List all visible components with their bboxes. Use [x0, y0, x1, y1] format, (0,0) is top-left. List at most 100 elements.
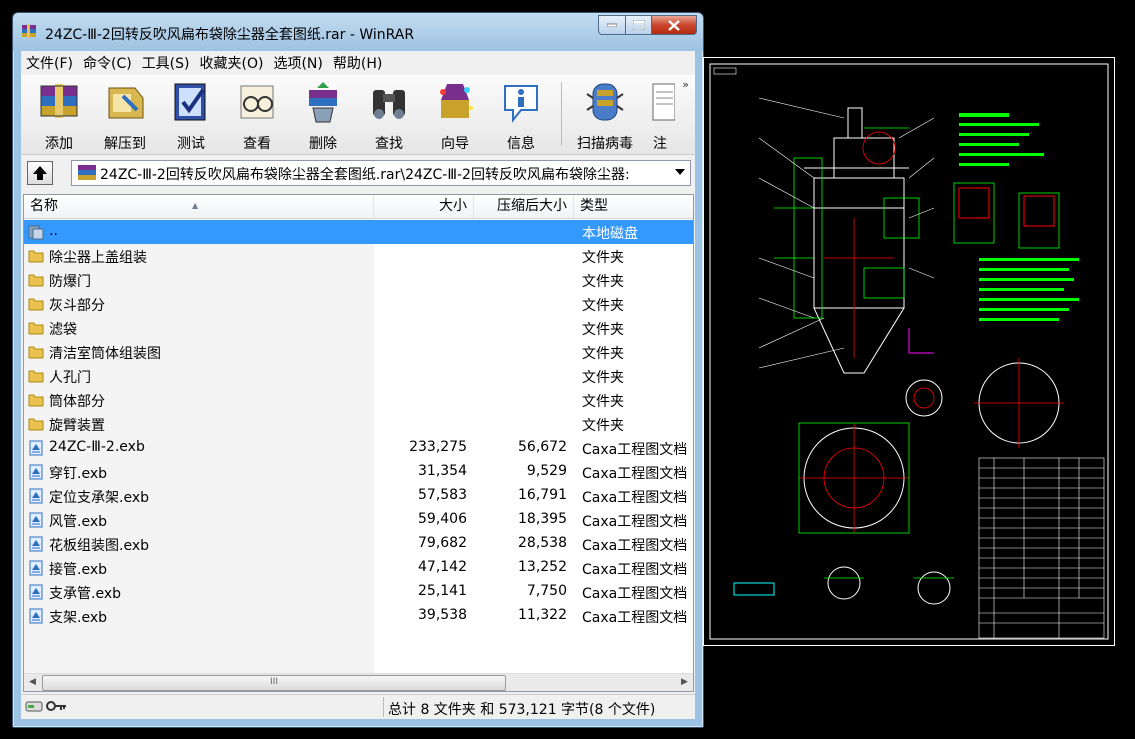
folder-icon: [28, 346, 44, 359]
menu-item-1[interactable]: 命令(C): [78, 53, 137, 73]
file-name: 穿钉.exb: [49, 466, 107, 482]
file-row[interactable]: 接管.exb 47,142 13,252 Caxa工程图文档: [24, 556, 693, 580]
file-list[interactable]: 名称 ▲ 大小 压缩后大小 类型 .. 本地磁盘 除尘器上盖组装 文件夹 防爆门 文件夹灰…: [23, 194, 694, 692]
file-name: 风管.exb: [49, 514, 107, 530]
file-type: 文件夹: [582, 322, 624, 338]
file-name: 24ZC-Ⅲ-2.exb: [49, 439, 145, 455]
file-name: 灰斗部分: [49, 298, 105, 314]
file-packed-size: 56,672: [518, 439, 567, 455]
window-client: 文件(F) 命令(C) 工具(S) 收藏夹(O) 选项(N) 帮助(H) 添加 解压到: [21, 51, 695, 719]
column-header-type[interactable]: 类型: [574, 195, 693, 218]
file-row[interactable]: 旋臂装置 文件夹: [24, 412, 693, 436]
view-label: 查看: [243, 136, 271, 152]
file-name: 清洁室筒体组装图: [49, 346, 161, 362]
maximize-button[interactable]: [626, 15, 652, 35]
scrollbar-thumb[interactable]: III: [42, 675, 506, 691]
add-button[interactable]: 添加: [27, 80, 91, 152]
file-row[interactable]: 24ZC-Ⅲ-2.exb 233,275 56,672 Caxa工程图文档: [24, 436, 693, 460]
find-button[interactable]: 查找: [357, 80, 421, 152]
extract-button[interactable]: 解压到: [93, 80, 157, 152]
folder-icon: [28, 394, 44, 407]
add-archive-icon: [40, 84, 78, 118]
extract-label: 解压到: [104, 136, 146, 152]
delete-button[interactable]: 删除: [291, 80, 355, 152]
toolbar-overflow-chevron[interactable]: »: [682, 78, 689, 91]
file-row[interactable]: 人孔门 文件夹: [24, 364, 693, 388]
find-label: 查找: [375, 136, 403, 152]
extract-icon: [108, 87, 144, 119]
close-icon: [668, 19, 680, 31]
horizontal-scrollbar[interactable]: ◀ III ▶: [24, 673, 693, 691]
column-header-name[interactable]: 名称 ▲: [24, 195, 374, 218]
comment-button[interactable]: 注: [645, 80, 675, 150]
column-name-label: 名称: [30, 198, 58, 214]
status-divider: [383, 697, 384, 717]
column-packed-label: 压缩后大小: [497, 198, 567, 214]
file-type: 文件夹: [582, 250, 624, 266]
file-size: 59,406: [418, 511, 467, 527]
file-row[interactable]: 支承管.exb 25,141 7,750 Caxa工程图文档: [24, 580, 693, 604]
up-folder-button[interactable]: [27, 161, 53, 185]
menu-item-4[interactable]: 选项(N): [268, 53, 327, 73]
folder-icon: [28, 418, 44, 431]
file-name: 滤袋: [49, 322, 77, 338]
column-header-size[interactable]: 大小: [374, 195, 474, 218]
file-row[interactable]: 风管.exb 59,406 18,395 Caxa工程图文档: [24, 508, 693, 532]
test-icon: [174, 83, 206, 121]
file-row[interactable]: 防爆门 文件夹: [24, 268, 693, 292]
virus-scan-button[interactable]: 扫描病毒: [567, 80, 643, 152]
menu-item-0[interactable]: 文件(F): [21, 53, 78, 73]
up-arrow-icon: [33, 166, 47, 180]
scrollbar-grip: III: [270, 677, 278, 687]
file-type: 本地磁盘: [582, 226, 638, 242]
file-row[interactable]: 穿钉.exb 31,354 9,529 Caxa工程图文档: [24, 460, 693, 484]
caxa-document-icon: [29, 464, 43, 480]
file-row[interactable]: 灰斗部分 文件夹: [24, 292, 693, 316]
test-button[interactable]: 测试: [159, 80, 223, 152]
file-row[interactable]: .. 本地磁盘: [24, 220, 693, 244]
file-packed-size: 28,538: [518, 535, 567, 551]
folder-icon: [28, 250, 44, 263]
minimize-button[interactable]: [598, 15, 626, 35]
status-bar: 总计 8 文件夹 和 573,121 字节(8 个文件): [21, 694, 695, 719]
menu-bar: 文件(F) 命令(C) 工具(S) 收藏夹(O) 选项(N) 帮助(H): [21, 51, 695, 76]
window-title: 24ZC-Ⅲ-2回转反吹风扁布袋除尘器全套图纸.rar - WinRAR: [45, 27, 415, 43]
file-type: 文件夹: [582, 418, 624, 434]
file-row[interactable]: 清洁室筒体组装图 文件夹: [24, 340, 693, 364]
file-size: 25,141: [418, 583, 467, 599]
file-row[interactable]: 筒体部分 文件夹: [24, 388, 693, 412]
file-row[interactable]: 支架.exb 39,538 11,322 Caxa工程图文档: [24, 604, 693, 628]
file-row[interactable]: 定位支承架.exb 57,583 16,791 Caxa工程图文档: [24, 484, 693, 508]
file-size: 31,354: [418, 463, 467, 479]
vessel-elevation: [804, 107, 909, 374]
info-label: 信息: [507, 136, 535, 152]
file-type: 文件夹: [582, 346, 624, 362]
winrar-window: 24ZC-Ⅲ-2回转反吹风扁布袋除尘器全套图纸.rar - WinRAR 文件(…: [12, 12, 704, 728]
wizard-button[interactable]: 向导: [423, 80, 487, 152]
scroll-left-arrow-icon[interactable]: ◀: [24, 674, 41, 691]
folder-icon: [28, 370, 44, 383]
path-combobox[interactable]: 24ZC-Ⅲ-2回转反吹风扁布袋除尘器全套图纸.rar\24ZC-Ⅲ-2回转反吹…: [71, 160, 691, 186]
column-header-packed[interactable]: 压缩后大小: [474, 195, 574, 218]
file-row[interactable]: 滤袋 文件夹: [24, 316, 693, 340]
dropdown-arrow-icon[interactable]: [675, 169, 685, 175]
menu-item-5[interactable]: 帮助(H): [328, 53, 387, 73]
rar-archive-icon: [78, 165, 96, 180]
menu-item-3[interactable]: 收藏夹(O): [195, 53, 269, 73]
caxa-document-icon: [29, 512, 43, 528]
file-name: 定位支承架.exb: [49, 490, 149, 506]
title-bar[interactable]: 24ZC-Ⅲ-2回转反吹风扁布袋除尘器全套图纸.rar - WinRAR: [13, 13, 703, 51]
file-row[interactable]: 除尘器上盖组装 文件夹: [24, 244, 693, 268]
file-packed-size: 16,791: [518, 487, 567, 503]
toolbar: 添加 解压到 测试 查看 删除 查找 向导 信息 扫描病毒 注 »: [21, 76, 695, 155]
comment-icon: [652, 83, 675, 121]
winrar-app-icon: [22, 24, 36, 38]
menu-item-2[interactable]: 工具(S): [137, 53, 195, 73]
caxa-document-icon: [29, 488, 43, 504]
info-button[interactable]: 信息: [489, 80, 553, 152]
file-row[interactable]: 花板组装图.exb 79,682 28,538 Caxa工程图文档: [24, 532, 693, 556]
view-button[interactable]: 查看: [225, 80, 289, 152]
scroll-right-arrow-icon[interactable]: ▶: [676, 674, 693, 691]
minimize-icon: [607, 23, 617, 27]
close-button[interactable]: [652, 15, 697, 35]
